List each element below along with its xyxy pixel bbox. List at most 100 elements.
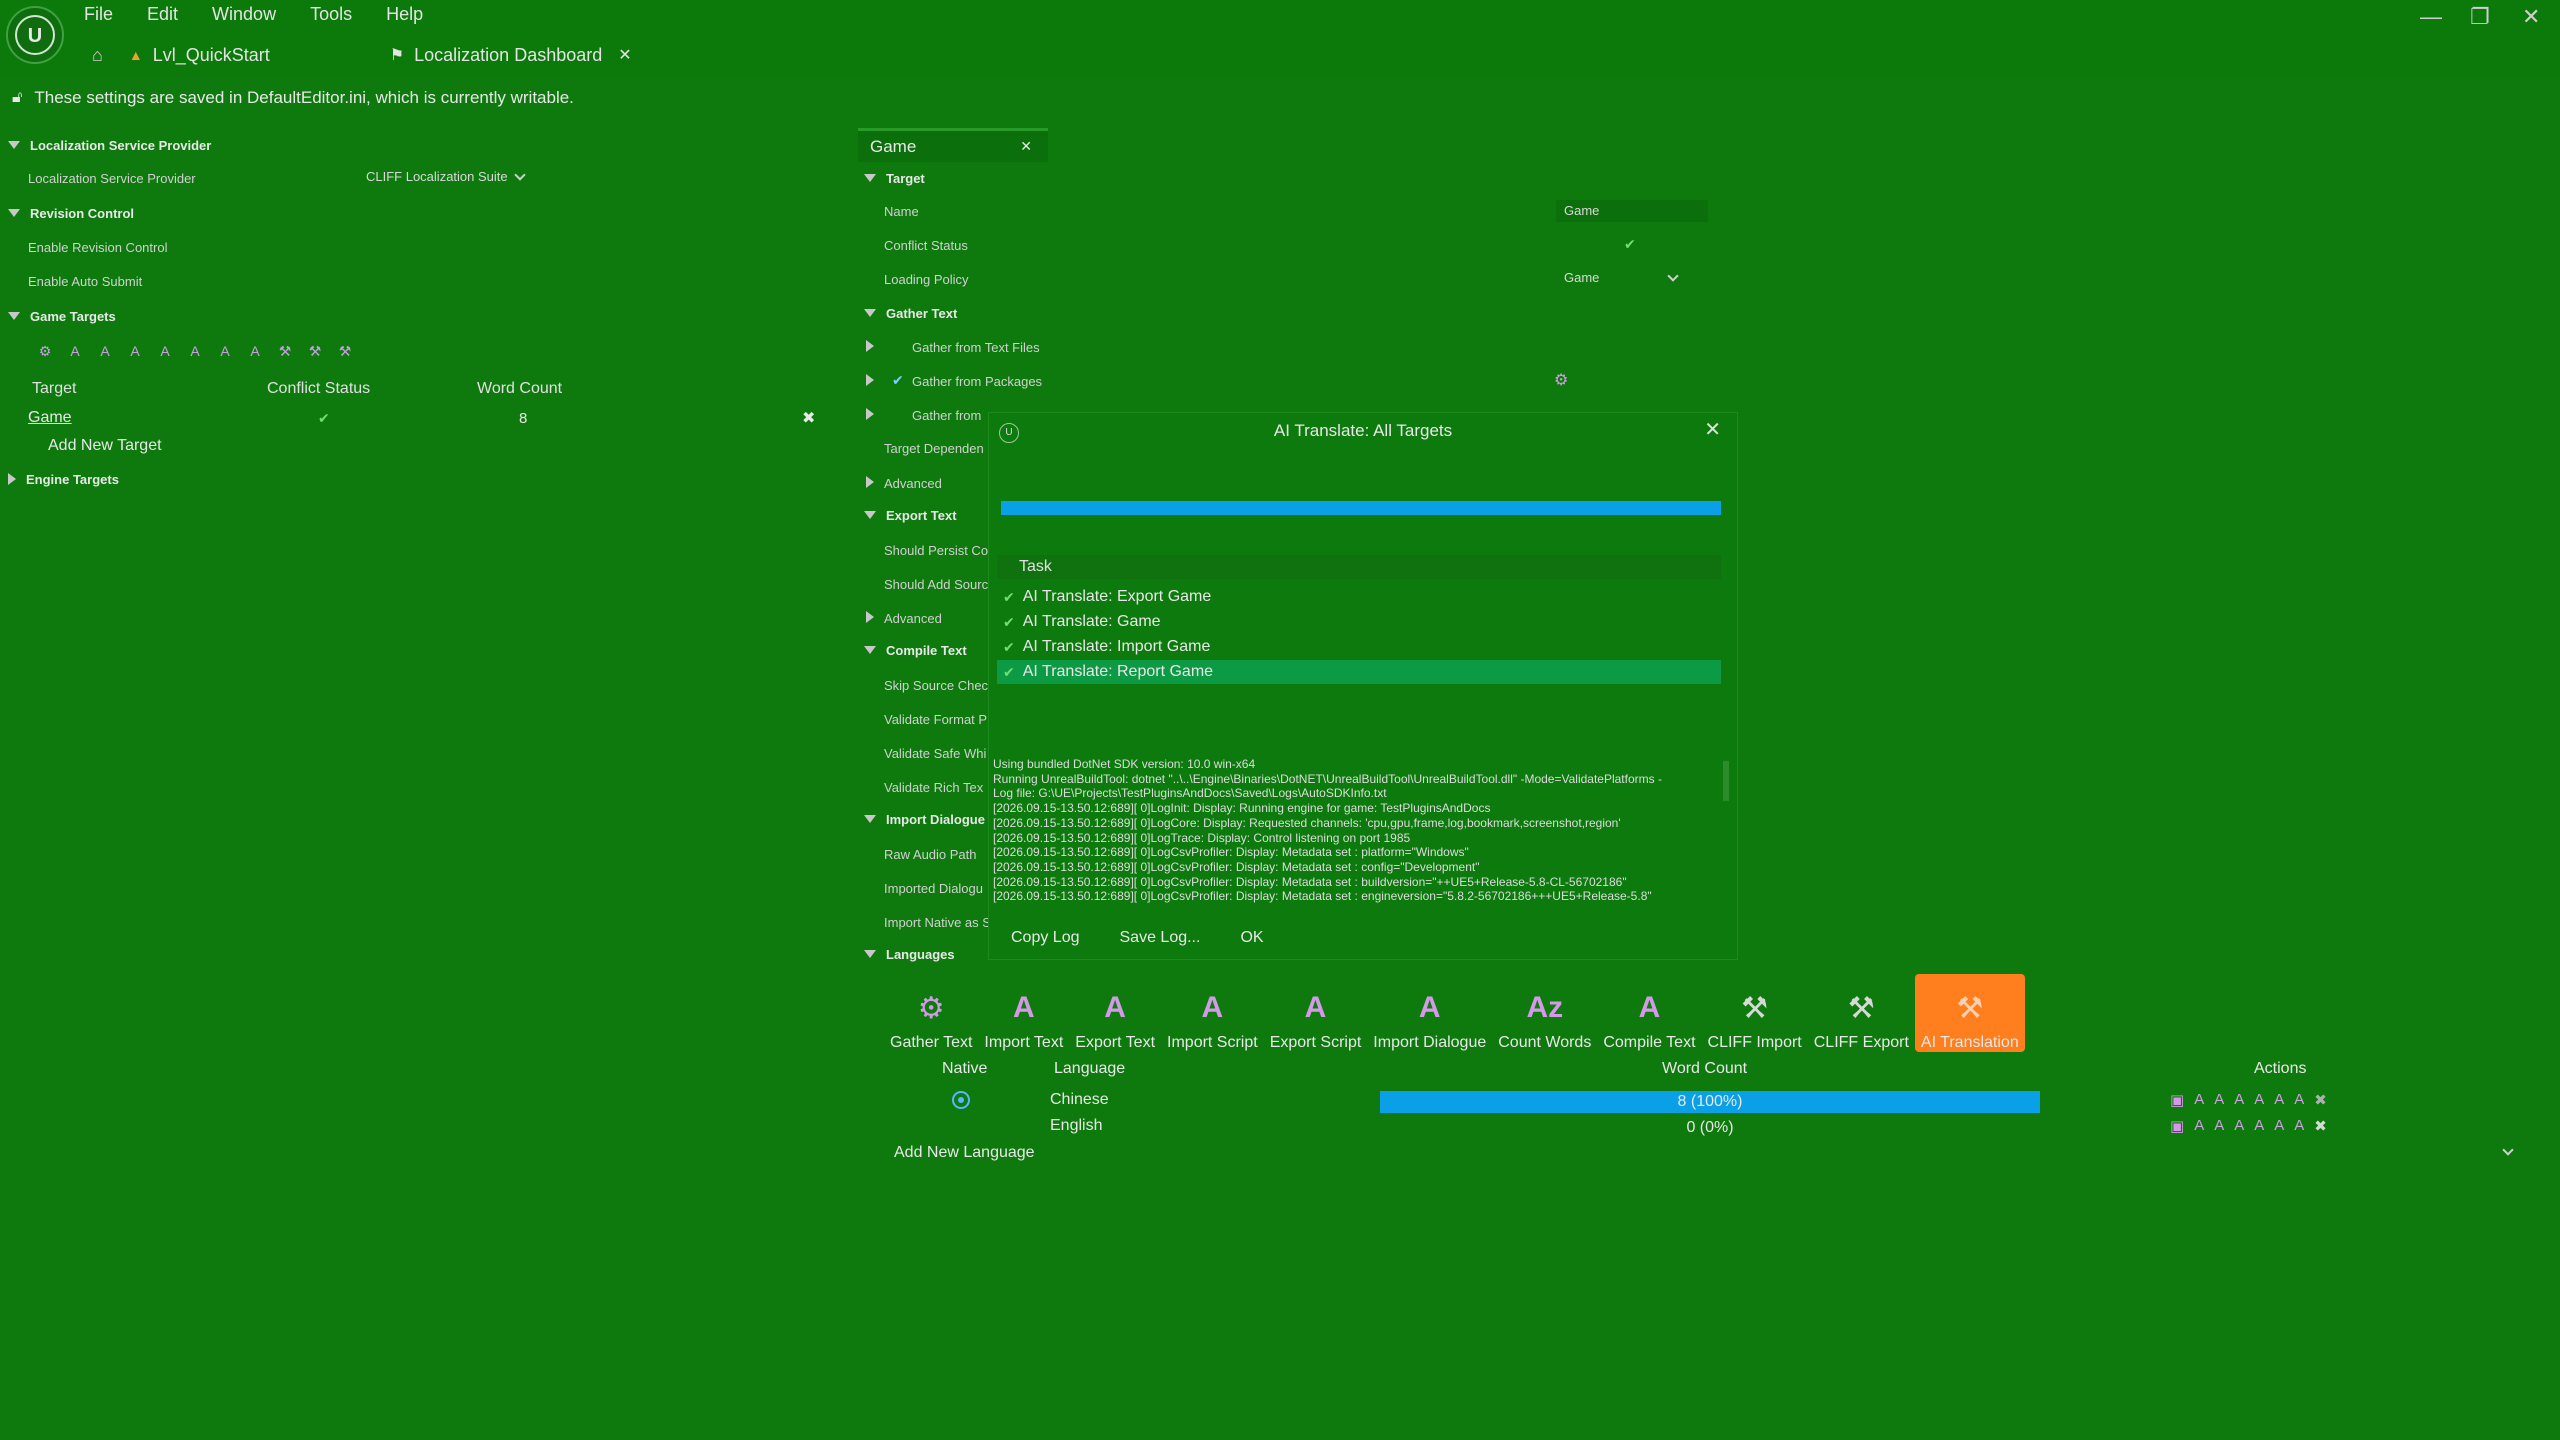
compile-text-button[interactable]: A Compile Text: [1597, 974, 1701, 1052]
import-text-button[interactable]: A Import Text: [978, 974, 1069, 1052]
save-log-button[interactable]: Save Log...: [1120, 929, 1201, 947]
delete-icon[interactable]: ✖: [2314, 1091, 2327, 1109]
lsp-combo[interactable]: CLIFF Localization Suite: [366, 168, 526, 184]
export-script-icon[interactable]: A: [2254, 1117, 2264, 1135]
close-window-icon[interactable]: ✕: [2522, 4, 2540, 30]
expand-arrow-icon[interactable]: [866, 476, 874, 488]
delete-icon[interactable]: ✖: [2314, 1117, 2327, 1135]
import-dialogue-button[interactable]: A Import Dialogue: [1367, 974, 1492, 1052]
compile-text-icon[interactable]: A: [2294, 1091, 2304, 1109]
section-engine-targets[interactable]: Engine Targets: [0, 464, 850, 494]
home-icon[interactable]: ⌂: [92, 45, 103, 66]
task-row-selected[interactable]: ✔ AI Translate: Report Game: [997, 660, 1721, 684]
import-text-icon[interactable]: A: [64, 340, 86, 362]
edit-icon[interactable]: ▣: [2170, 1117, 2184, 1135]
native-radio-selected[interactable]: [952, 1091, 970, 1109]
import-text-icon[interactable]: A: [2194, 1117, 2204, 1135]
minimize-icon[interactable]: —: [2420, 4, 2442, 30]
cliff-export-icon[interactable]: ⚒: [304, 340, 326, 362]
close-tab-icon[interactable]: ✕: [618, 45, 631, 65]
name-input[interactable]: Game: [1556, 200, 1708, 222]
import-dialogue-icon[interactable]: A: [2274, 1117, 2284, 1135]
ai-translation-icon[interactable]: ⚒: [334, 340, 356, 362]
expand-arrow-icon[interactable]: [866, 340, 874, 352]
section-localization-service-provider[interactable]: Localization Service Provider: [0, 130, 850, 160]
chevron-down-icon[interactable]: [2502, 1144, 2514, 1156]
restore-icon[interactable]: ❐: [2470, 4, 2490, 30]
expand-arrow-icon[interactable]: [866, 374, 874, 386]
task-row[interactable]: ✔ AI Translate: Game: [997, 610, 1721, 634]
tab-localization-dashboard[interactable]: ⚑ Localization Dashboard ✕: [390, 45, 632, 66]
language-row[interactable]: English 0 (0%) ▣ A A A A A A ✖: [884, 1115, 2534, 1141]
section-title: Export Text: [886, 507, 957, 523]
copy-log-button[interactable]: Copy Log: [1011, 929, 1080, 947]
ok-button[interactable]: OK: [1240, 929, 1263, 947]
compile-text-icon[interactable]: A: [2294, 1117, 2304, 1135]
advanced-gather[interactable]: Advanced: [884, 476, 942, 491]
count-words-icon[interactable]: A: [214, 340, 236, 362]
cliff-import-button[interactable]: ⚒ CLIFF Import: [1702, 974, 1808, 1052]
game-target-tab[interactable]: Game ✕: [858, 128, 1048, 162]
menu-tools[interactable]: Tools: [310, 4, 352, 25]
add-new-language-button[interactable]: Add New Language: [894, 1144, 1035, 1162]
native-radio[interactable]: [952, 1117, 970, 1135]
export-text-icon[interactable]: A: [2214, 1091, 2224, 1109]
import-script-icon[interactable]: A: [2234, 1091, 2244, 1109]
cliff-export-button[interactable]: ⚒ CLIFF Export: [1808, 974, 1915, 1052]
export-text-icon[interactable]: A: [94, 340, 116, 362]
settings-gear-icon[interactable]: ⚙: [1554, 370, 1568, 390]
ai-translation-icon: ⚒: [1956, 991, 1984, 1025]
add-new-target-button[interactable]: Add New Target: [48, 437, 162, 455]
count-words-button[interactable]: Az Count Words: [1492, 974, 1597, 1052]
import-text-icon[interactable]: A: [2194, 1091, 2204, 1109]
import-script-icon[interactable]: A: [2234, 1117, 2244, 1135]
log-scrollbar[interactable]: [1723, 761, 1729, 801]
section-gather-text[interactable]: Gather Text: [858, 297, 1758, 329]
import-dialogue-icon[interactable]: A: [184, 340, 206, 362]
unreal-logo-icon[interactable]: U: [6, 6, 64, 64]
edit-icon[interactable]: ▣: [2170, 1091, 2184, 1109]
export-script-icon[interactable]: A: [154, 340, 176, 362]
import-script-icon[interactable]: A: [124, 340, 146, 362]
task-label: AI Translate: Game: [1022, 613, 1161, 630]
ai-translation-button[interactable]: ⚒ AI Translation: [1914, 974, 2025, 1052]
export-script-icon[interactable]: A: [2254, 1091, 2264, 1109]
enable-auto-submit-checkbox[interactable]: [362, 272, 376, 286]
target-game-link[interactable]: Game: [28, 409, 72, 427]
gather-text-button[interactable]: ⚙ Gather Text: [884, 974, 978, 1052]
validate-safe-label: Validate Safe Whi: [884, 746, 987, 761]
expand-arrow-icon[interactable]: [866, 611, 874, 623]
menu-help[interactable]: Help: [386, 4, 423, 25]
section-game-targets[interactable]: Game Targets: [0, 301, 850, 331]
delete-target-icon[interactable]: ✖: [802, 408, 815, 428]
language-row[interactable]: Chinese 8 (100%) ▣ A A A A A A ✖: [884, 1089, 2534, 1115]
menu-edit[interactable]: Edit: [147, 4, 178, 25]
expand-arrow-icon[interactable]: [866, 408, 874, 420]
export-script-button[interactable]: A Export Script: [1264, 974, 1368, 1052]
export-text-button[interactable]: A Export Text: [1069, 974, 1161, 1052]
section-revision-control[interactable]: Revision Control: [0, 198, 850, 228]
tab-level[interactable]: ▲ Lvl_QuickStart: [129, 45, 270, 66]
gather-text-icon[interactable]: ⚙: [34, 340, 56, 362]
close-dialog-icon[interactable]: ✕: [1704, 417, 1721, 442]
close-tab-icon[interactable]: ✕: [1020, 138, 1032, 155]
should-add-source-label: Should Add Sourc: [884, 577, 989, 592]
import-script-button[interactable]: A Import Script: [1161, 974, 1264, 1052]
menu-window[interactable]: Window: [212, 4, 276, 25]
enable-revision-control-checkbox[interactable]: [362, 238, 376, 252]
tool-label: Import Script: [1167, 1034, 1258, 1051]
gather-packages-checkbox[interactable]: ✔: [892, 372, 904, 389]
loading-policy-combo[interactable]: Game: [1564, 269, 1680, 285]
cliff-import-icon[interactable]: ⚒: [274, 340, 296, 362]
task-row[interactable]: ✔ AI Translate: Import Game: [997, 635, 1721, 659]
dialog-buttons: Copy Log Save Log... OK: [1011, 929, 1264, 947]
menu-file[interactable]: File: [84, 4, 113, 25]
task-row[interactable]: ✔ AI Translate: Export Game: [997, 585, 1721, 609]
compile-text-icon[interactable]: A: [244, 340, 266, 362]
import-dialogue-icon[interactable]: A: [2274, 1091, 2284, 1109]
section-target[interactable]: Target: [858, 162, 1758, 194]
log-output[interactable]: Using bundled DotNet SDK version: 10.0 w…: [993, 757, 1713, 907]
import-text-icon: A: [1013, 991, 1035, 1024]
export-text-icon[interactable]: A: [2214, 1117, 2224, 1135]
advanced-export[interactable]: Advanced: [884, 611, 942, 626]
